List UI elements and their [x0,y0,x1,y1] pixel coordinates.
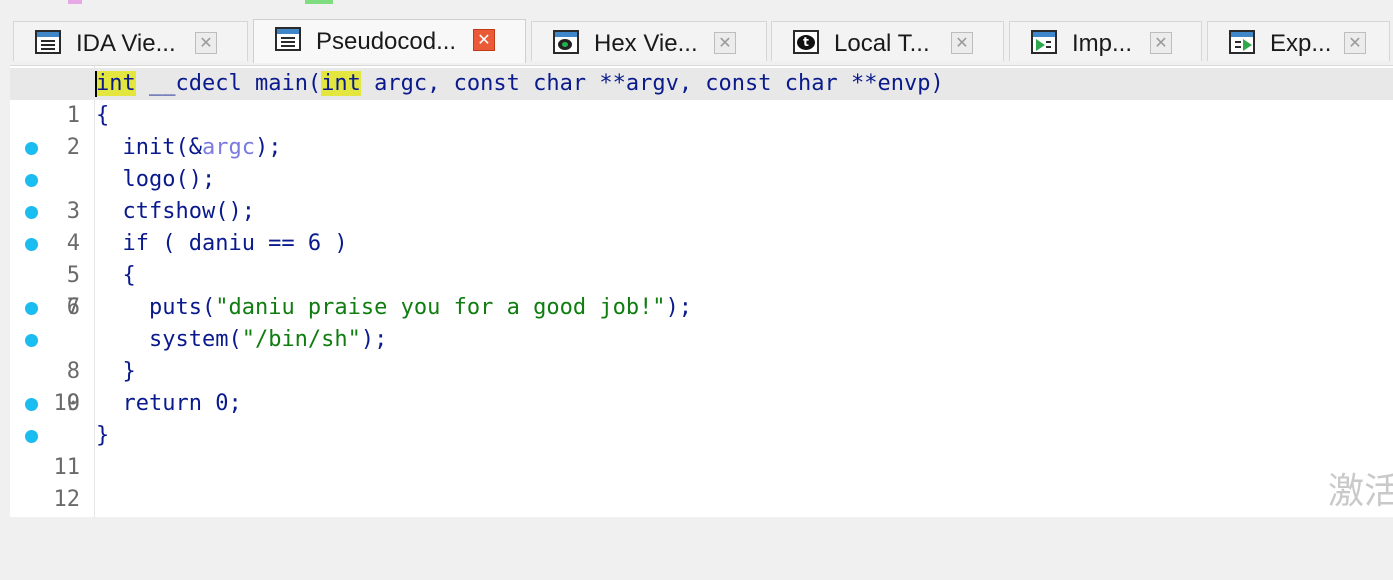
breakpoint-dot-icon[interactable] [25,174,38,187]
code-line[interactable]: 12 } [10,420,1393,512]
breakpoint-dot-icon[interactable] [25,206,38,219]
code-line[interactable]: 7 { [10,260,1393,320]
close-icon[interactable]: ✕ [195,32,217,54]
breakpoint-dot-icon[interactable] [25,238,38,251]
code-segment: ); [360,327,388,352]
code-text: } [96,359,136,384]
pseudocode-icon [275,27,301,51]
code-text: return 0; [96,391,242,416]
local-types-icon: t [793,30,819,54]
code-segment: ); [665,295,693,320]
tab-label: Hex Vie... [594,30,698,57]
close-icon[interactable]: ✕ [1150,32,1172,54]
tab-ida-view[interactable]: IDA Vie... ✕ [13,21,248,61]
tab-local-types[interactable]: t Local T... ✕ [771,21,1004,61]
code-segment: argc, const char **argv, const char **en… [360,71,944,96]
tab-pseudocode[interactable]: Pseudocod... ✕ [253,19,526,63]
code-text: int __cdecl main(int argc, const char **… [96,68,944,100]
imports-icon [1031,30,1057,54]
breakpoint-dot-icon[interactable] [25,334,38,347]
variable-token: argc [201,135,255,160]
string-literal: "/bin/sh" [241,327,361,352]
tab-label: IDA Vie... [76,30,176,57]
activation-watermark: 激活 [1328,471,1393,512]
close-icon[interactable]: ✕ [714,32,736,54]
code-text: if ( daniu == 6 ) [96,231,348,256]
close-icon[interactable]: ✕ [1344,32,1366,54]
keyword-highlight: int [321,71,361,96]
code-text: system("/bin/sh"); [96,324,387,356]
code-segment: __cdecl main( [135,71,322,96]
tab-label: Imp... [1072,30,1133,57]
line-number: 12 [53,487,81,512]
tab-label: Local T... [834,30,930,57]
close-icon[interactable]: ✕ [473,29,495,51]
top-toolbar-strip [0,0,1393,4]
tab-imports[interactable]: Imp... ✕ [1009,21,1202,61]
code-line[interactable]: 3 init(&argc); [10,132,1393,224]
code-text: puts("daniu praise you for a good job!")… [96,292,692,324]
breakpoint-dot-icon[interactable] [25,302,38,315]
toolbar-marker-icon [68,0,82,4]
code-segment: init(& [96,135,202,160]
code-line[interactable]: 2 { [10,100,1393,160]
breakpoint-dot-icon[interactable] [25,398,38,411]
code-line[interactable]: 4 logo(); [10,164,1393,256]
code-segment: system( [96,327,242,352]
breakpoint-dot-icon[interactable] [25,142,38,155]
tab-bar: IDA Vie... ✕ Pseudocod... ✕ Hex Vie... ✕… [0,17,1393,65]
hex-view-icon [553,30,579,54]
code-text: logo(); [96,167,216,192]
code-text: init(&argc); [96,132,281,164]
ida-view-icon [35,30,61,54]
code-line[interactable]: 10 } [10,356,1393,416]
code-segment: ); [254,135,282,160]
breakpoint-dot-icon[interactable] [25,430,38,443]
code-line[interactable]: 9 system("/bin/sh"); [10,324,1393,416]
code-text: } [96,423,110,448]
code-text: { [96,263,136,288]
code-line[interactable]: 5 ctfshow(); [10,196,1393,288]
keyword-highlight: int [96,71,136,96]
code-text: { [96,103,110,128]
code-segment: puts( [96,295,216,320]
code-line[interactable]: 8 puts("daniu praise you for a good job!… [10,292,1393,384]
code-line[interactable]: 11 return 0; [10,388,1393,480]
toolbar-marker-icon [305,0,333,4]
string-literal: "daniu praise you for a good job!" [215,295,666,320]
exports-icon [1229,30,1255,54]
pseudocode-editor[interactable]: 1 int __cdecl main(int argc, const char … [10,65,1393,517]
tab-label: Exp... [1270,30,1332,57]
text-cursor [95,71,97,97]
tab-exports[interactable]: Exp... ✕ [1207,21,1390,61]
code-text: ctfshow(); [96,199,255,224]
tab-label: Pseudocod... [316,28,457,55]
tab-hex-view[interactable]: Hex Vie... ✕ [531,21,767,61]
close-icon[interactable]: ✕ [951,32,973,54]
code-line[interactable]: 6 if ( daniu == 6 ) [10,228,1393,320]
code-line[interactable]: 1 int __cdecl main(int argc, const char … [10,68,1393,128]
